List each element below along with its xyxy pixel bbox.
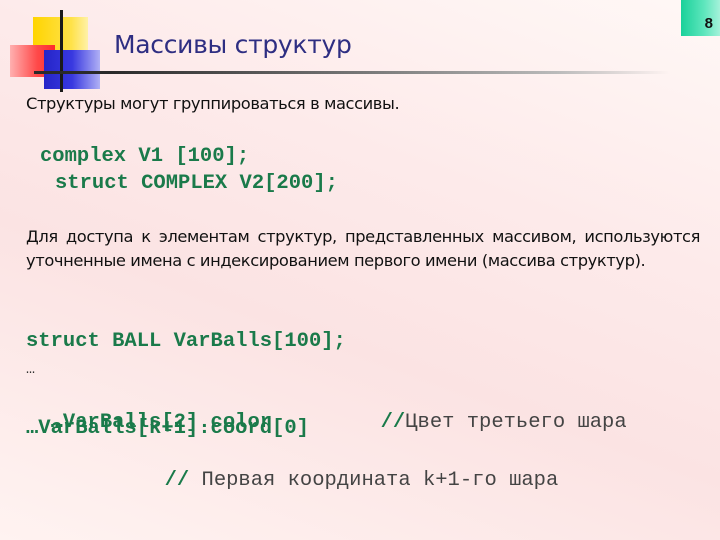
- title-underline: [110, 71, 670, 74]
- vertical-line-shape: [60, 10, 63, 92]
- code-line-coord: …VarBalls[k+1].coord[0]: [26, 417, 309, 440]
- blue-square-shape: [44, 50, 100, 89]
- code-ellipsis: …: [26, 361, 36, 378]
- code-comment-coord: // Первая координата k+1-го шара: [140, 446, 559, 492]
- code-line-1: complex V1 [100];: [40, 145, 250, 168]
- code-comment-color: //Цвет третьего шара: [356, 388, 627, 434]
- page-number-badge: 8: [681, 0, 720, 36]
- comment-text: Цвет третьего шара: [405, 411, 627, 434]
- decorative-logo: [0, 0, 114, 95]
- explanation-paragraph: Для доступа к элементам структур, предст…: [26, 227, 700, 270]
- horizontal-line-shape: [34, 71, 114, 74]
- slide-title: Массивы структур: [114, 30, 352, 59]
- comment-slashes: //: [380, 411, 406, 434]
- intro-text: Структуры могут группироваться в массивы…: [26, 94, 400, 113]
- code-line-struct-ball: struct BALL VarBalls[100];: [26, 330, 346, 353]
- comment-slashes: //: [164, 469, 190, 492]
- comment-text: Первая координата k+1-го шара: [189, 469, 559, 492]
- code-line-2: struct COMPLEX V2[200];: [55, 172, 338, 195]
